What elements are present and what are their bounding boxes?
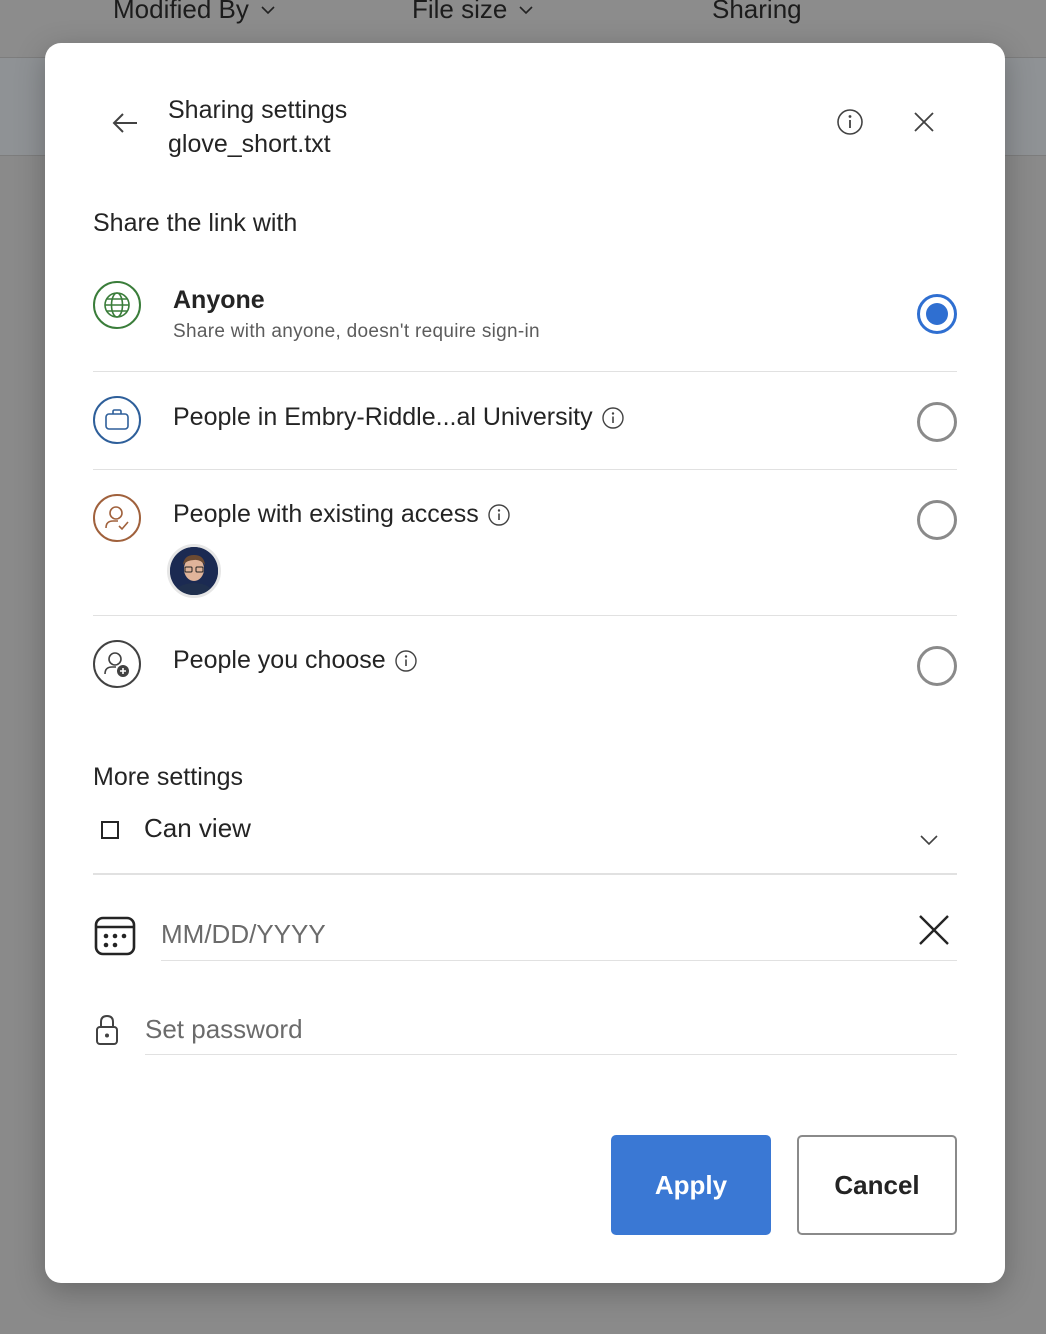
avatar bbox=[167, 544, 221, 598]
option-label: People in Embry-Riddle...al University bbox=[173, 403, 593, 431]
globe-icon bbox=[93, 281, 141, 329]
radio-specific-people[interactable] bbox=[917, 646, 957, 686]
password-input[interactable] bbox=[145, 1005, 957, 1055]
chevron-down-icon bbox=[920, 835, 938, 846]
option-title: People in Embry-Riddle...al University bbox=[173, 403, 625, 432]
chevron-down-icon bbox=[519, 5, 533, 14]
column-header-file-size: File size bbox=[412, 0, 535, 25]
close-icon bbox=[914, 112, 934, 132]
apply-button[interactable]: Apply bbox=[611, 1135, 771, 1235]
option-organization[interactable]: People in Embry-Riddle...al University bbox=[93, 372, 957, 470]
back-button[interactable] bbox=[107, 105, 143, 141]
file-name: glove_short.txt bbox=[168, 130, 331, 158]
person-add-icon bbox=[93, 640, 141, 688]
column-header-label: Sharing bbox=[712, 0, 802, 24]
column-header-label: File size bbox=[412, 0, 508, 24]
column-header-sharing: Sharing bbox=[712, 0, 802, 25]
option-anyone[interactable]: Anyone Share with anyone, doesn't requir… bbox=[93, 271, 957, 372]
option-label: People with existing access bbox=[173, 500, 479, 528]
cancel-button[interactable]: Cancel bbox=[797, 1135, 957, 1235]
info-icon bbox=[837, 109, 863, 135]
more-settings-label: More settings bbox=[93, 763, 244, 791]
share-link-label: Share the link with bbox=[93, 209, 298, 237]
expiration-date-row bbox=[93, 909, 957, 963]
chevron-down-icon bbox=[261, 5, 275, 14]
arrow-left-icon bbox=[112, 113, 137, 133]
info-icon[interactable] bbox=[487, 503, 511, 527]
option-label: Anyone bbox=[173, 286, 265, 314]
permission-dropdown[interactable]: Can view bbox=[93, 801, 957, 875]
info-icon[interactable] bbox=[394, 649, 418, 673]
option-title: Anyone bbox=[173, 286, 265, 315]
dialog-title: Sharing settings bbox=[168, 96, 348, 124]
permission-label: Can view bbox=[144, 813, 251, 843]
radio-anyone[interactable] bbox=[917, 294, 957, 334]
column-header-label: Modified By bbox=[113, 0, 249, 24]
checkbox-square-icon bbox=[101, 821, 119, 839]
briefcase-icon bbox=[93, 396, 141, 444]
expiration-date-input[interactable] bbox=[161, 909, 957, 961]
option-subtitle: Share with anyone, doesn't require sign-… bbox=[173, 321, 540, 342]
info-button[interactable] bbox=[833, 105, 867, 139]
dialog-title-block: Sharing settings glove_short.txt bbox=[168, 93, 347, 161]
option-label: People you choose bbox=[173, 646, 386, 674]
info-icon[interactable] bbox=[601, 406, 625, 430]
clear-date-icon[interactable] bbox=[917, 913, 951, 947]
close-button[interactable] bbox=[907, 105, 941, 139]
option-specific-people[interactable]: People you choose bbox=[93, 616, 957, 716]
column-header-modified-by: Modified By bbox=[113, 0, 277, 25]
person-check-icon bbox=[93, 494, 141, 542]
option-title: People with existing access bbox=[173, 500, 511, 529]
lock-icon bbox=[96, 1014, 118, 1045]
option-title: People you choose bbox=[173, 646, 418, 675]
radio-organization[interactable] bbox=[917, 402, 957, 442]
password-row bbox=[93, 1005, 957, 1057]
calendar-icon[interactable] bbox=[94, 915, 136, 957]
sharing-settings-dialog: Sharing settings glove_short.txt Share t… bbox=[45, 43, 1005, 1283]
radio-existing-access[interactable] bbox=[917, 500, 957, 540]
option-existing-access[interactable]: People with existing access bbox=[93, 470, 957, 616]
